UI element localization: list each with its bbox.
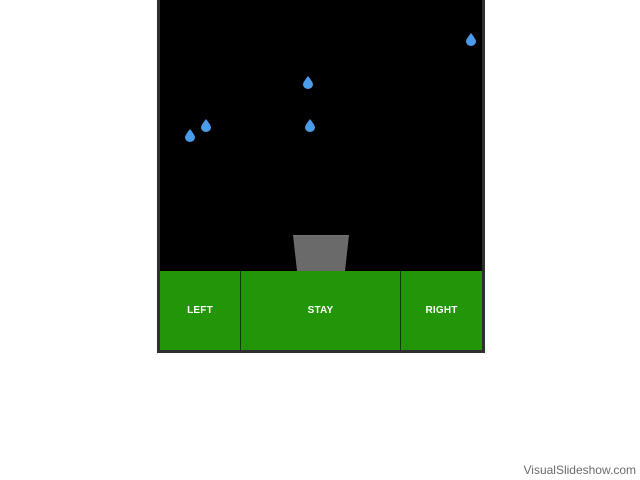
left-button[interactable]: LEFT — [160, 271, 241, 350]
raindrop-icon — [185, 129, 195, 142]
game-canvas — [160, 0, 482, 271]
raindrop-icon — [466, 33, 476, 46]
bucket-icon — [293, 235, 349, 271]
raindrop-icon — [201, 119, 211, 132]
raindrop-icon — [305, 119, 315, 132]
control-bar: LEFT STAY RIGHT — [160, 271, 482, 350]
raindrop-icon — [303, 76, 313, 89]
stay-button[interactable]: STAY — [241, 271, 401, 350]
game-frame: LEFT STAY RIGHT — [157, 0, 485, 353]
right-button[interactable]: RIGHT — [401, 271, 482, 350]
watermark: VisualSlideshow.com — [523, 463, 636, 477]
